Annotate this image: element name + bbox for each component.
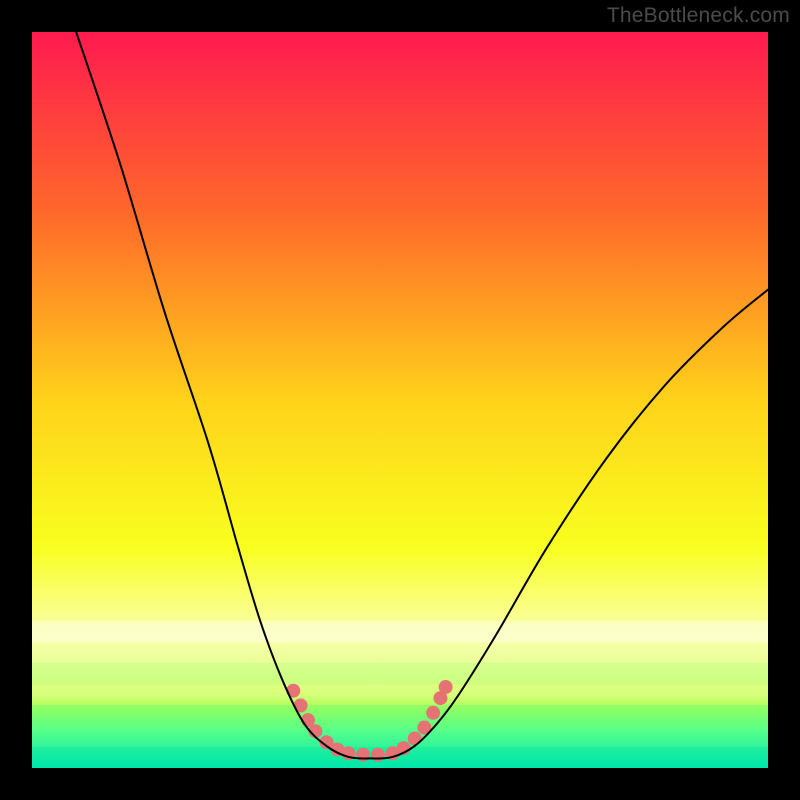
marker-dot xyxy=(371,748,385,762)
chart-frame: TheBottleneck.com xyxy=(0,0,800,800)
chart-svg xyxy=(32,32,768,768)
watermark-text: TheBottleneck.com xyxy=(607,4,790,28)
marker-dot xyxy=(356,748,370,762)
marker-dot xyxy=(408,732,422,746)
marker-dot xyxy=(439,680,453,694)
marker-dot xyxy=(426,706,440,720)
plot-area xyxy=(32,32,768,768)
